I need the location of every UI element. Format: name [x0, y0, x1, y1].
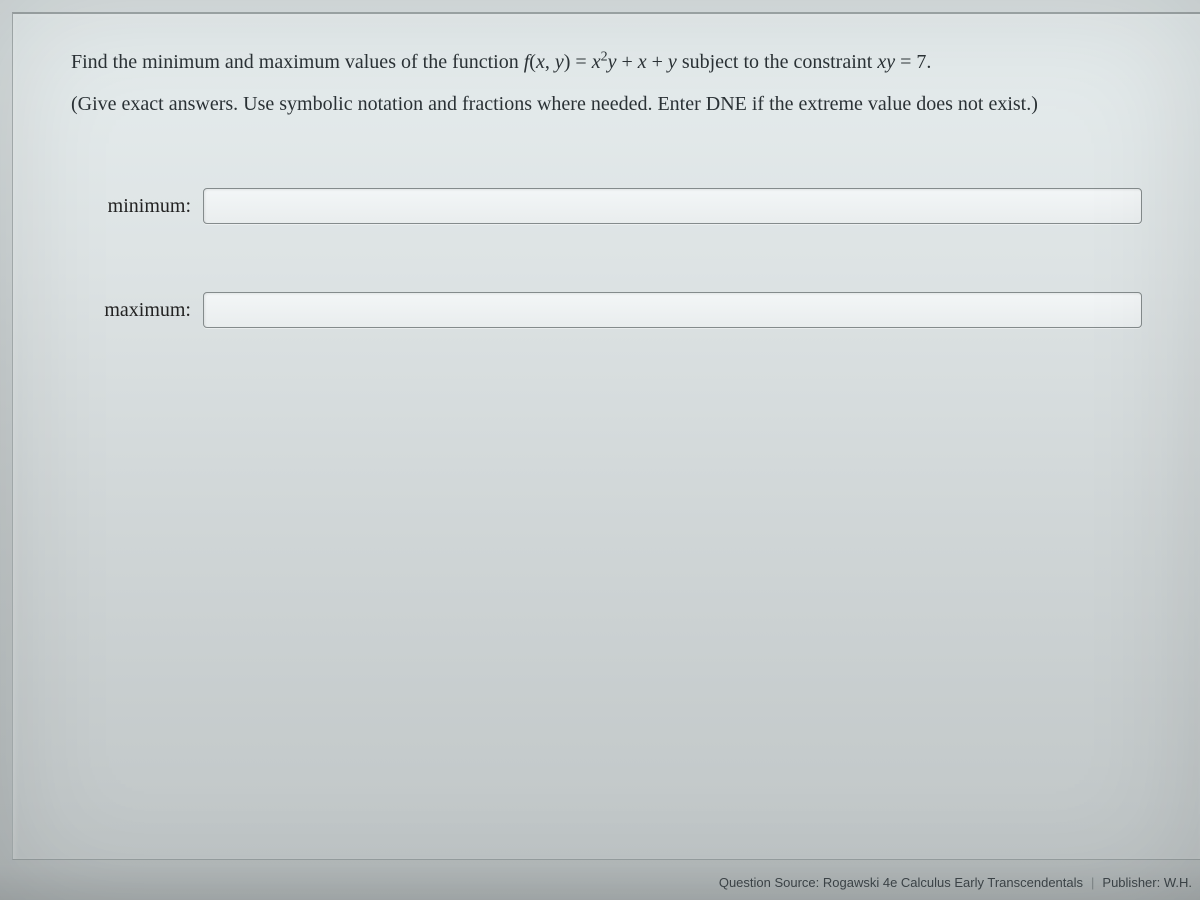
expr-y2: y	[668, 51, 677, 73]
paren-open: (	[529, 51, 536, 73]
plus-1: +	[616, 51, 637, 73]
paren-close-eq: ) =	[564, 51, 592, 73]
question-source-link[interactable]: Question Source: Rogawski 4e Calculus Ea…	[719, 875, 1083, 890]
expr-x2: x	[638, 51, 647, 73]
expr-x: x	[592, 51, 601, 73]
arg-x: x	[536, 51, 545, 73]
expr-exponent: 2	[601, 49, 608, 64]
footer-divider: |	[1083, 875, 1102, 890]
minimum-row: minimum:	[71, 188, 1148, 224]
maximum-input[interactable]	[203, 292, 1142, 328]
maximum-label: maximum:	[103, 299, 203, 322]
question-text: Find the minimum and maximum values of t…	[71, 46, 1148, 78]
instructions-text: (Give exact answers. Use symbolic notati…	[71, 88, 1148, 120]
maximum-row: maximum:	[71, 292, 1148, 328]
question-prefix: Find the minimum and maximum values of t…	[71, 51, 524, 73]
publisher-link[interactable]: Publisher: W.H.	[1102, 875, 1192, 890]
plus-2: +	[647, 51, 668, 73]
constraint-eq: = 7.	[895, 51, 931, 73]
footer-bar: Question Source: Rogawski 4e Calculus Ea…	[0, 864, 1200, 900]
constraint-xy: xy	[877, 51, 895, 73]
question-panel: Find the minimum and maximum values of t…	[12, 12, 1200, 860]
minimum-label: minimum:	[103, 195, 203, 218]
subject-text: subject to the constraint	[677, 51, 878, 73]
arg-y: y	[555, 51, 564, 73]
args-sep: ,	[545, 51, 555, 73]
minimum-input[interactable]	[203, 188, 1142, 224]
